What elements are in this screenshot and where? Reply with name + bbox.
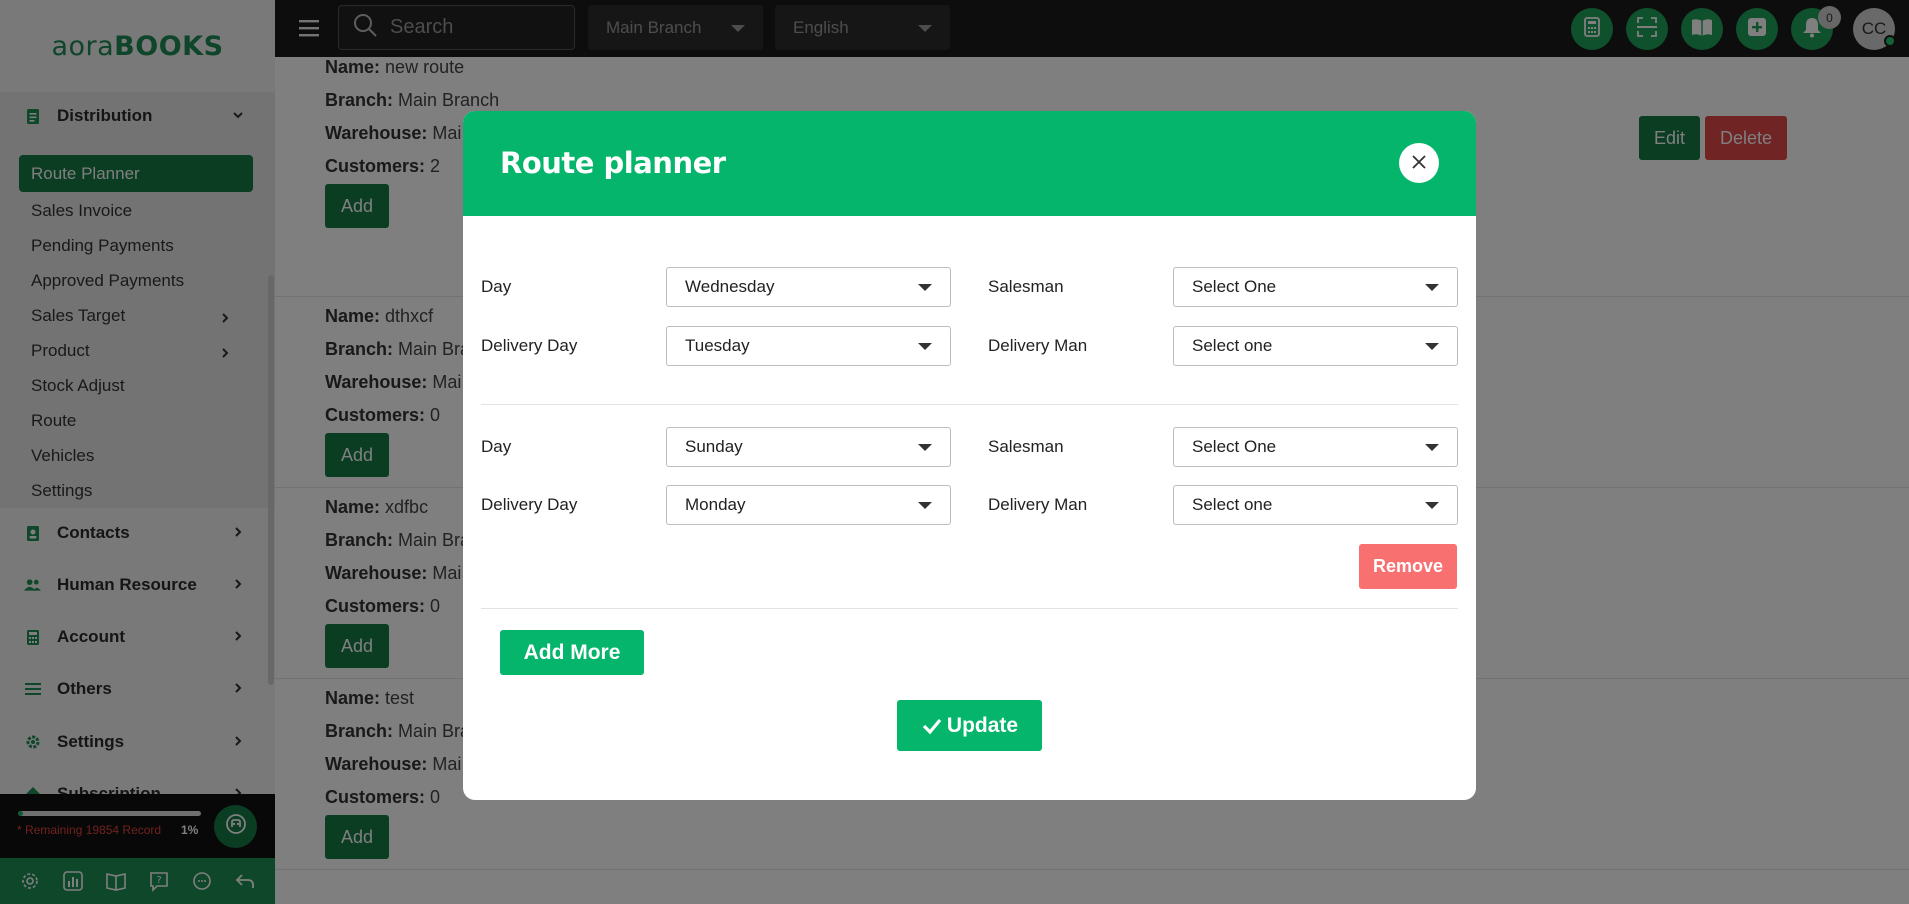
salesman-label: Salesman bbox=[988, 277, 1064, 296]
close-button[interactable] bbox=[1399, 143, 1439, 183]
update-button-label: Update bbox=[946, 713, 1019, 737]
caret-down-icon bbox=[918, 444, 932, 451]
actions-divider bbox=[481, 608, 1458, 609]
close-icon bbox=[1411, 154, 1427, 173]
caret-down-icon bbox=[918, 343, 932, 350]
delivery-day-label: Delivery Day bbox=[481, 336, 578, 355]
delivery-day-select-value: Monday bbox=[685, 495, 746, 514]
caret-down-icon bbox=[1425, 444, 1439, 451]
salesman-select-value: Select One bbox=[1192, 437, 1277, 456]
delivery-man-select-value: Select one bbox=[1192, 495, 1273, 514]
caret-down-icon bbox=[918, 502, 932, 509]
delivery-man-select[interactable]: Select one bbox=[1173, 326, 1458, 366]
check-icon bbox=[921, 715, 943, 737]
day-select[interactable]: Sunday bbox=[666, 427, 951, 467]
day-select-value: Wednesday bbox=[685, 277, 775, 296]
salesman-label: Salesman bbox=[988, 437, 1064, 456]
delivery-day-select[interactable]: Monday bbox=[666, 485, 951, 525]
delivery-day-label: Delivery Day bbox=[481, 495, 578, 514]
modal-header: Route planner bbox=[463, 111, 1476, 216]
delivery-man-label: Delivery Man bbox=[988, 495, 1088, 514]
caret-down-icon bbox=[1425, 502, 1439, 509]
salesman-select[interactable]: Select One bbox=[1173, 267, 1458, 307]
day-label: Day bbox=[481, 277, 512, 296]
day-label: Day bbox=[481, 437, 512, 456]
salesman-select[interactable]: Select One bbox=[1173, 427, 1458, 467]
row-divider bbox=[481, 404, 1458, 405]
delivery-day-select-value: Tuesday bbox=[685, 336, 750, 355]
caret-down-icon bbox=[918, 284, 932, 291]
delivery-man-label: Delivery Man bbox=[988, 336, 1088, 355]
day-select[interactable]: Wednesday bbox=[666, 267, 951, 307]
modal-title: Route planner bbox=[500, 146, 726, 180]
salesman-select-value: Select One bbox=[1192, 277, 1277, 296]
delivery-man-select[interactable]: Select one bbox=[1173, 485, 1458, 525]
caret-down-icon bbox=[1425, 343, 1439, 350]
update-button[interactable]: Update bbox=[897, 700, 1042, 751]
route-planner-modal: Route planner Day Wednesday Salesman Sel… bbox=[463, 111, 1476, 800]
delivery-man-select-value: Select one bbox=[1192, 336, 1273, 355]
day-select-value: Sunday bbox=[685, 437, 743, 456]
delivery-day-select[interactable]: Tuesday bbox=[666, 326, 951, 366]
add-more-button[interactable]: Add More bbox=[500, 630, 644, 675]
caret-down-icon bbox=[1425, 284, 1439, 291]
remove-row-button[interactable]: Remove bbox=[1359, 544, 1457, 589]
